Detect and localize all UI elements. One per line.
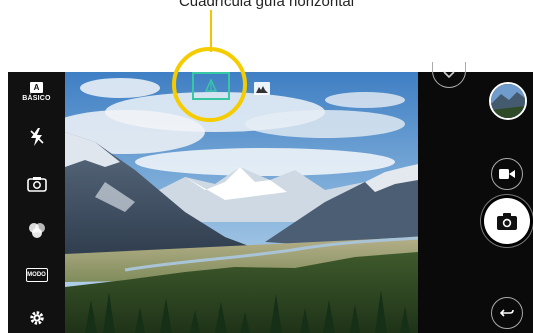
settings-button[interactable] <box>8 310 65 326</box>
shutter-button[interactable] <box>484 198 530 244</box>
switch-camera-button[interactable] <box>8 176 65 193</box>
basic-mode-button[interactable]: A BÁSICO <box>8 82 65 102</box>
basic-mode-label: BÁSICO <box>22 95 51 102</box>
back-arrow-icon <box>500 309 514 317</box>
annotation-highlight-ring <box>172 47 247 122</box>
camera-switch-icon <box>26 177 47 192</box>
video-record-button[interactable] <box>491 158 523 190</box>
viewfinder[interactable] <box>65 72 418 333</box>
filter-circles-icon <box>28 223 45 238</box>
left-control-bar: A BÁSICO MODO <box>8 72 65 333</box>
back-button[interactable] <box>491 297 523 329</box>
mode-button[interactable]: MODO <box>8 268 65 282</box>
camera-shutter-icon <box>497 212 517 230</box>
gear-icon <box>29 311 44 325</box>
gallery-thumbnail[interactable] <box>489 82 527 120</box>
mode-box-icon: MODO <box>25 268 48 282</box>
wide-angle-icon[interactable] <box>254 82 270 95</box>
video-camera-icon <box>499 169 515 179</box>
gallery-preview-image <box>491 84 525 118</box>
wide-angle-glyph <box>256 85 268 93</box>
chevron-down-icon <box>443 70 455 78</box>
annotation-label: Cuadrícula guía horizontal <box>178 0 355 10</box>
flash-off-icon <box>29 128 44 146</box>
filter-button[interactable] <box>8 222 65 239</box>
landscape-preview <box>65 72 418 333</box>
auto-mode-icon: A <box>30 82 43 93</box>
annotation-pointer-line <box>210 10 212 52</box>
flash-button[interactable] <box>8 128 65 146</box>
